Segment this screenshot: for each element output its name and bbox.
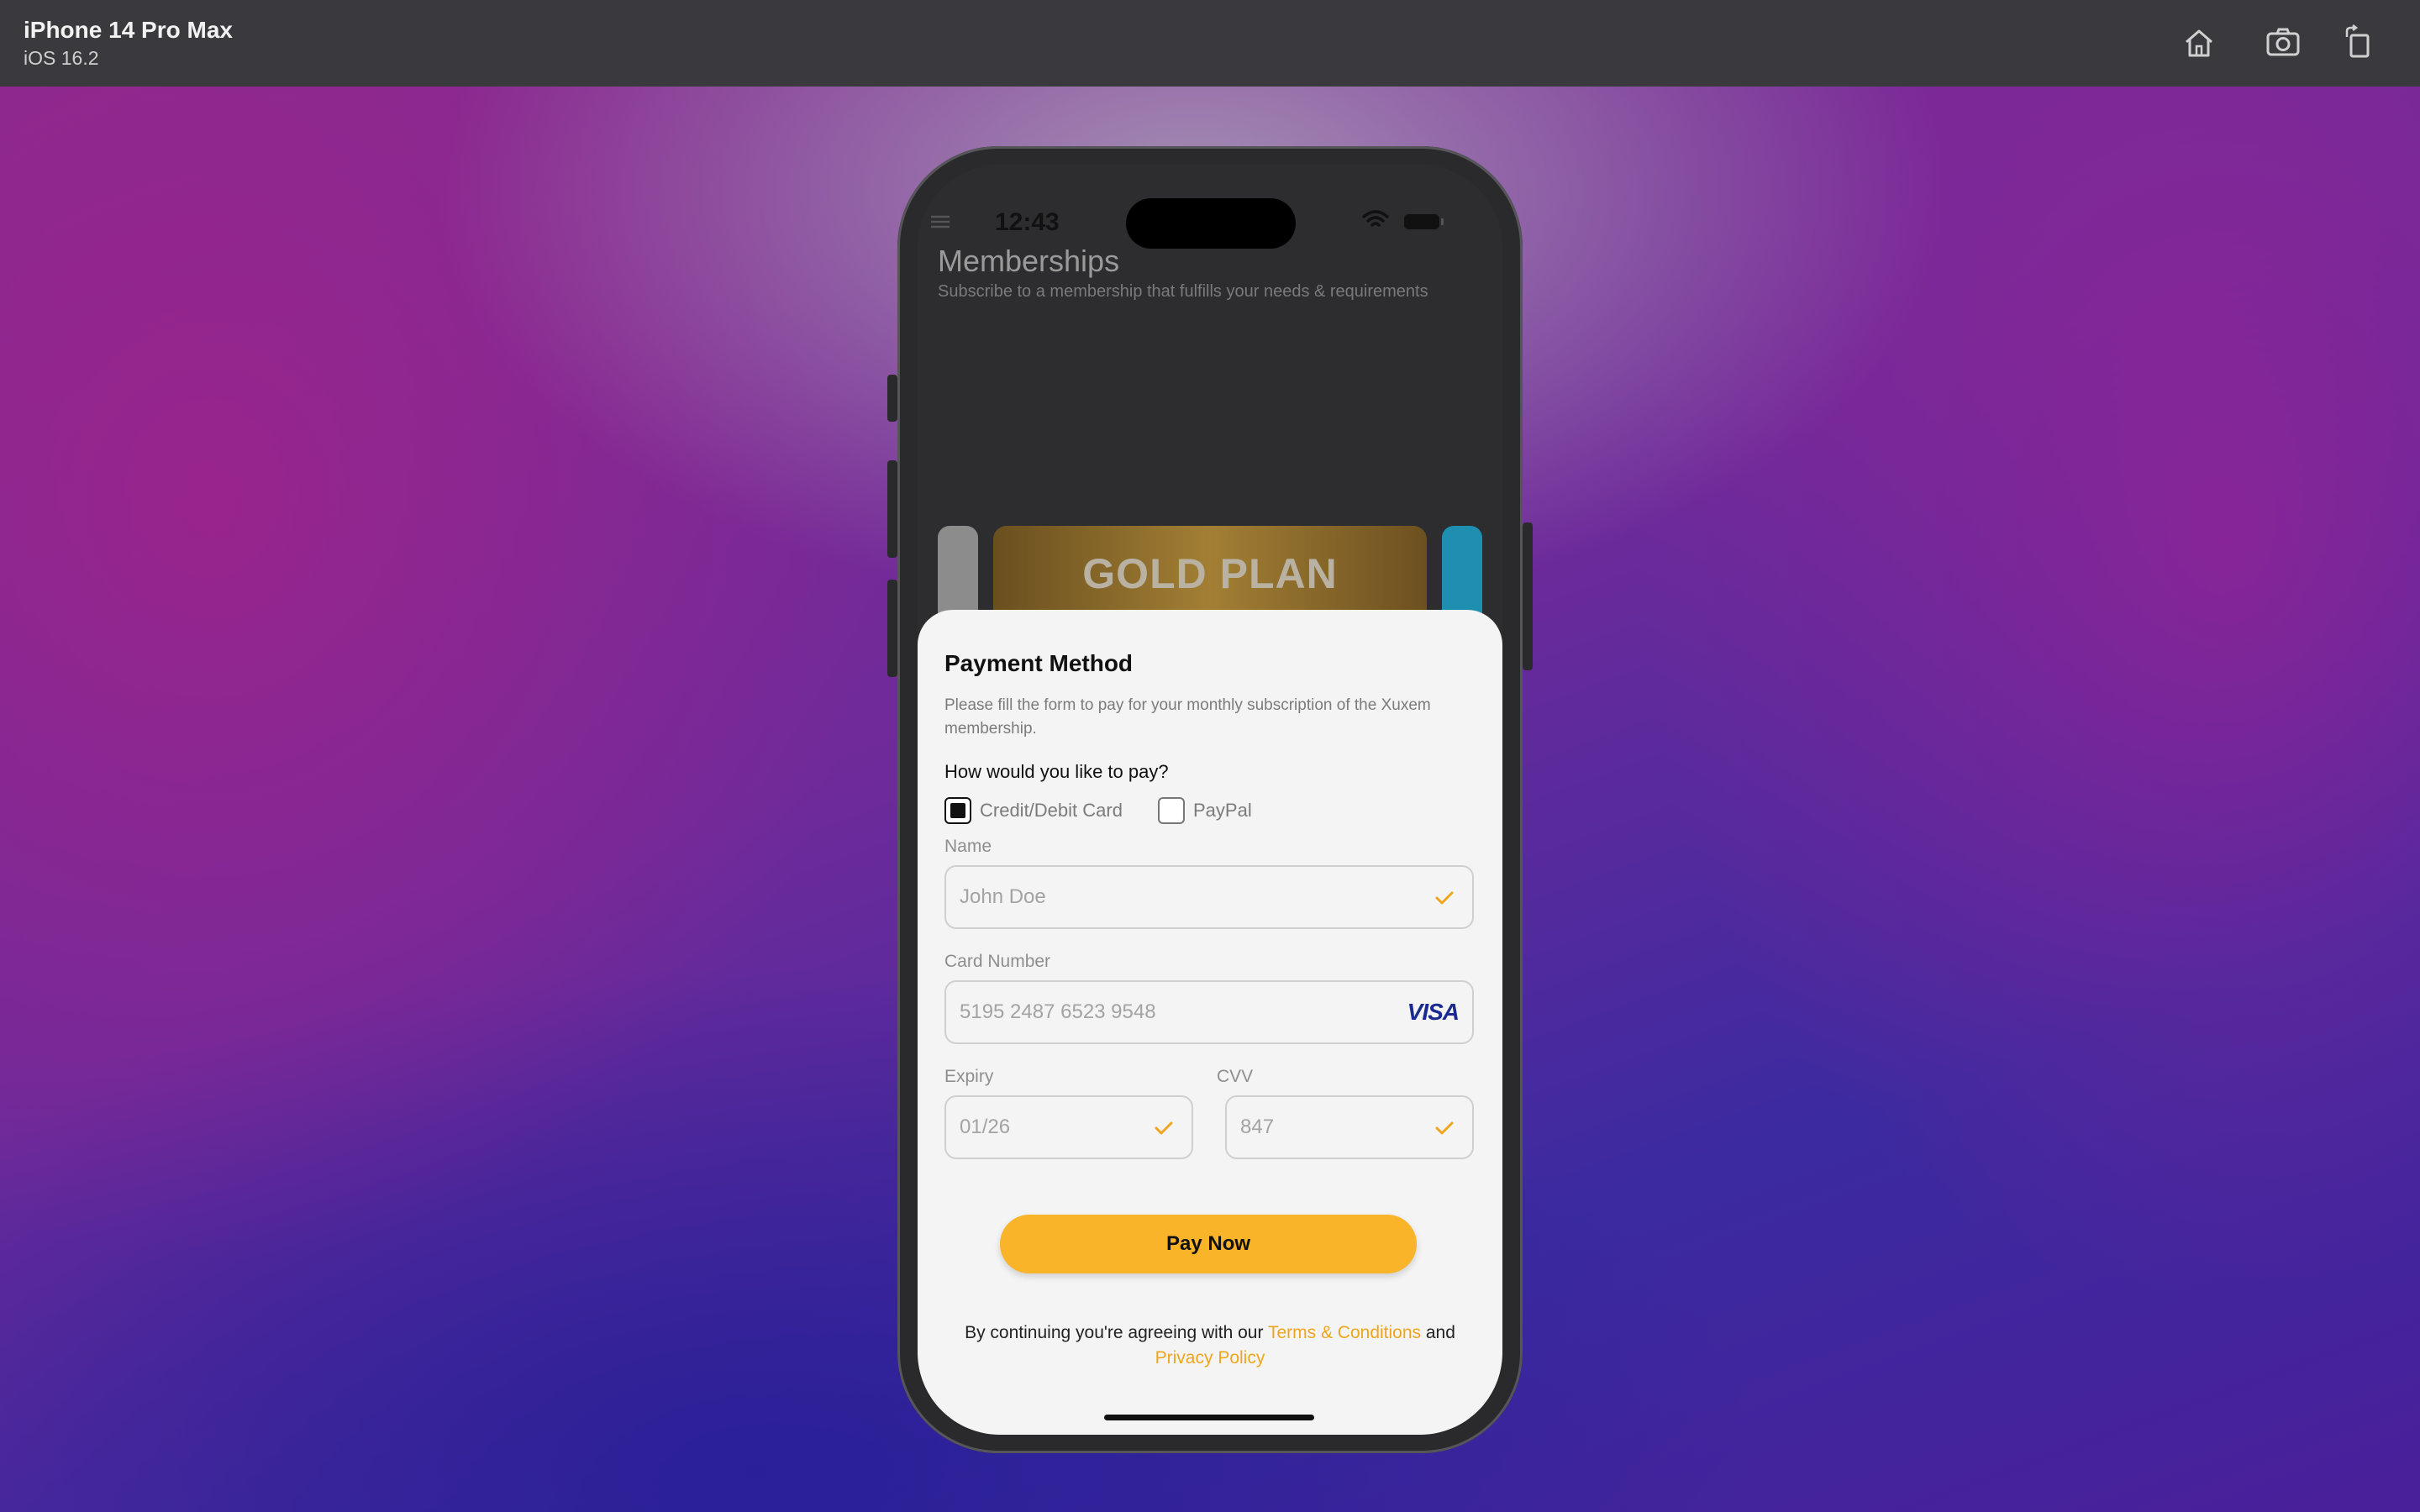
battery-icon bbox=[1404, 214, 1444, 229]
card-number-value: 5195 2487 6523 9548 bbox=[960, 1000, 1156, 1023]
pay-now-button[interactable]: Pay Now bbox=[1000, 1215, 1417, 1273]
power-button bbox=[1523, 522, 1533, 670]
credit-card-checkbox[interactable] bbox=[944, 797, 971, 824]
rotate-icon bbox=[2345, 24, 2370, 58]
check-icon bbox=[1155, 1121, 1173, 1135]
payment-bottom-sheet: Payment Method Please fill the form to p… bbox=[918, 610, 1502, 1435]
terms-link[interactable]: Terms & Conditions bbox=[1268, 1323, 1421, 1342]
wifi-icon bbox=[1362, 210, 1389, 227]
simulator-title-bar: iPhone 14 Pro Max iOS 16.2 bbox=[0, 0, 2420, 87]
expiry-label: Expiry bbox=[944, 1067, 994, 1086]
terms-and: and bbox=[1421, 1323, 1455, 1342]
home-indicator[interactable] bbox=[1104, 1415, 1314, 1420]
paypal-checkbox[interactable] bbox=[1158, 797, 1185, 824]
action-button bbox=[887, 375, 897, 422]
phone-screen: 12:43 Memberships Subscribe to a members… bbox=[918, 165, 1502, 1435]
phone-frame: 12:43 Memberships Subscribe to a members… bbox=[897, 146, 1523, 1453]
home-button[interactable] bbox=[2180, 24, 2218, 62]
camera-icon bbox=[2266, 28, 2300, 56]
cvv-label: CVV bbox=[1217, 1067, 1254, 1086]
expiry-value: 01/26 bbox=[960, 1116, 1011, 1138]
option-label: PayPal bbox=[1193, 800, 1252, 821]
dynamic-island bbox=[1126, 198, 1296, 249]
page-subtitle: Subscribe to a membership that fulfills … bbox=[938, 282, 1428, 301]
terms-notice: By continuing you're agreeing with our T… bbox=[934, 1320, 1486, 1371]
expiry-field[interactable]: 01/26 bbox=[944, 1095, 1193, 1159]
option-paypal[interactable]: PayPal bbox=[1158, 796, 1252, 825]
name-label: Name bbox=[944, 837, 992, 856]
status-time: 12:43 bbox=[995, 208, 1060, 236]
plan-card-title: GOLD PLAN bbox=[1082, 550, 1338, 597]
option-credit-card[interactable]: Credit/Debit Card bbox=[944, 796, 1123, 825]
terms-prefix: By continuing you're agreeing with our bbox=[965, 1323, 1268, 1342]
option-label: Credit/Debit Card bbox=[980, 800, 1123, 821]
payment-question: How would you like to pay? bbox=[944, 761, 1169, 782]
sheet-title: Payment Method bbox=[944, 650, 1134, 676]
check-icon bbox=[1435, 891, 1454, 905]
device-name: iPhone 14 Pro Max bbox=[24, 17, 233, 43]
name-value: John Doe bbox=[960, 885, 1046, 908]
cvv-field[interactable]: 847 bbox=[1225, 1095, 1474, 1159]
rotate-button[interactable] bbox=[2339, 24, 2378, 62]
screenshot-button[interactable] bbox=[2264, 24, 2302, 62]
sheet-description: Please fill the form to pay for your mon… bbox=[944, 696, 1431, 738]
menu-icon[interactable] bbox=[929, 213, 951, 230]
cvv-value: 847 bbox=[1240, 1116, 1275, 1138]
home-icon bbox=[2186, 29, 2212, 57]
volume-down-button bbox=[887, 580, 897, 677]
visa-logo: VISA bbox=[1407, 999, 1460, 1025]
privacy-link[interactable]: Privacy Policy bbox=[1155, 1348, 1265, 1368]
volume-up-button bbox=[887, 460, 897, 558]
name-field[interactable]: John Doe bbox=[944, 865, 1474, 929]
card-number-label: Card Number bbox=[944, 952, 1051, 971]
card-number-field[interactable]: 5195 2487 6523 9548 VISA bbox=[944, 980, 1474, 1044]
os-version: iOS 16.2 bbox=[24, 47, 99, 69]
check-icon bbox=[1435, 1121, 1454, 1135]
page-title: Memberships bbox=[938, 244, 1120, 278]
